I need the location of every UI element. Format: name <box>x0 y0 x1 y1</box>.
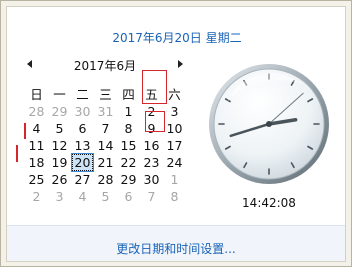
analog-clock-icon <box>209 64 329 184</box>
calendar-day[interactable]: 30 <box>71 103 94 120</box>
calendar-day[interactable]: 10 <box>163 120 186 137</box>
calendar-day[interactable]: 28 <box>25 103 48 120</box>
full-date-link[interactable]: 2017年6月20日 星期二 <box>7 29 347 46</box>
calendar-day[interactable]: 8 <box>163 188 186 205</box>
calendar-week-row: 11 12 13 14 15 16 17 <box>25 137 186 154</box>
date-time-popup: 2017年6月20日 星期二 2017年6月 日 一 二 三 四 五 六 28 <box>0 0 352 267</box>
calendar-grid: 日 一 二 三 四 五 六 28 29 30 31 1 2 3 4 5 6 7 … <box>25 84 186 205</box>
calendar-day[interactable]: 8 <box>117 120 140 137</box>
calendar-day[interactable]: 24 <box>163 154 186 171</box>
calendar-day[interactable]: 30 <box>140 171 163 188</box>
calendar-day[interactable]: 18 <box>25 154 48 171</box>
calendar-day[interactable]: 23 <box>140 154 163 171</box>
calendar-day[interactable]: 31 <box>94 103 117 120</box>
calendar-day[interactable]: 29 <box>48 103 71 120</box>
calendar-day[interactable]: 27 <box>71 171 94 188</box>
calendar-day[interactable]: 3 <box>163 103 186 120</box>
calendar-day[interactable]: 5 <box>48 120 71 137</box>
calendar-day[interactable]: 3 <box>48 188 71 205</box>
calendar-day[interactable]: 17 <box>163 137 186 154</box>
weekday-header-row: 日 一 二 三 四 五 六 <box>25 84 186 103</box>
calendar-day[interactable]: 9 <box>140 120 163 137</box>
calendar-day[interactable]: 14 <box>94 137 117 154</box>
calendar-day[interactable]: 6 <box>71 120 94 137</box>
calendar-day[interactable]: 26 <box>48 171 71 188</box>
bottom-strip: 更改日期和时间设置... <box>7 225 345 261</box>
calendar-day[interactable]: 25 <box>25 171 48 188</box>
calendar-day[interactable]: 13 <box>71 137 94 154</box>
calendar-day[interactable]: 6 <box>117 188 140 205</box>
calendar-day[interactable]: 4 <box>25 120 48 137</box>
calendar-day[interactable]: 29 <box>117 171 140 188</box>
calendar-day[interactable]: 21 <box>94 154 117 171</box>
calendar-day[interactable]: 5 <box>94 188 117 205</box>
calendar-day-today[interactable]: 20 <box>71 153 94 172</box>
calendar-day[interactable]: 7 <box>94 120 117 137</box>
calendar-day[interactable]: 15 <box>117 137 140 154</box>
calendar-day[interactable]: 28 <box>94 171 117 188</box>
next-month-arrow-icon[interactable] <box>178 60 183 68</box>
annotation-mark-week4 <box>16 145 18 162</box>
month-navigation: 2017年6月 <box>25 57 185 73</box>
popup-panel: 2017年6月20日 星期二 2017年6月 日 一 二 三 四 五 六 28 <box>6 6 346 262</box>
weekday-label: 二 <box>76 87 89 102</box>
weekday-label: 五 <box>145 87 158 102</box>
weekday-label: 一 <box>53 87 66 102</box>
weekday-label: 六 <box>168 87 181 102</box>
change-date-time-settings-link[interactable]: 更改日期和时间设置... <box>7 240 345 257</box>
calendar-day[interactable]: 1 <box>117 103 140 120</box>
calendar-day[interactable]: 2 <box>25 188 48 205</box>
weekday-label: 三 <box>99 87 112 102</box>
weekday-label: 四 <box>122 87 135 102</box>
month-title[interactable]: 2017年6月 <box>25 57 185 74</box>
calendar-week-row: 2 3 4 5 6 7 8 <box>25 188 186 205</box>
calendar-day[interactable]: 1 <box>163 171 186 188</box>
calendar-day[interactable]: 2 <box>140 103 163 120</box>
calendar-day[interactable]: 19 <box>48 154 71 171</box>
calendar-day[interactable]: 7 <box>140 188 163 205</box>
calendar-day[interactable]: 4 <box>71 188 94 205</box>
digital-time: 14:42:08 <box>242 196 296 210</box>
calendar-week-row: 4 5 6 7 8 9 10 <box>25 120 186 137</box>
weekday-label: 日 <box>30 87 43 102</box>
calendar-week-row: 25 26 27 28 29 30 1 <box>25 171 186 188</box>
calendar-day[interactable]: 11 <box>25 137 48 154</box>
calendar-week-row: 18 19 20 21 22 23 24 <box>25 153 186 172</box>
calendar-day[interactable]: 22 <box>117 154 140 171</box>
calendar-week-row: 28 29 30 31 1 2 3 <box>25 103 186 120</box>
calendar-day[interactable]: 12 <box>48 137 71 154</box>
calendar-day[interactable]: 16 <box>140 137 163 154</box>
today-highlight: 20 <box>71 153 94 172</box>
